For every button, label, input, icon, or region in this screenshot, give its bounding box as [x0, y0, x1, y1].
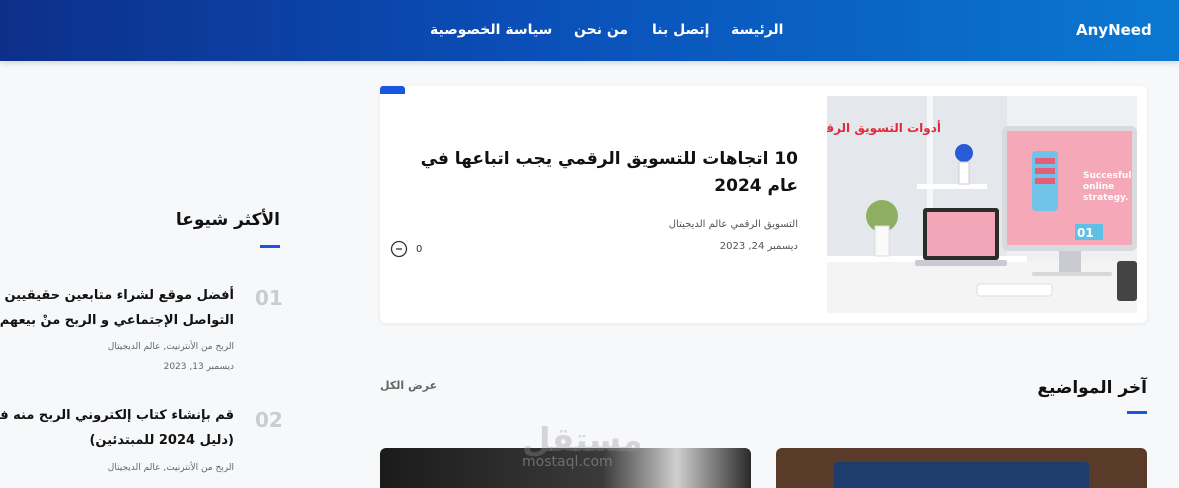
popular-item-meta[interactable]: الربح من الأنترنيت, عالم الديجيتال [0, 463, 234, 473]
screen-text-2: online [1083, 182, 1114, 192]
popular-title-underline [260, 245, 280, 248]
featured-tag [380, 86, 405, 94]
comment-icon [390, 240, 408, 258]
popular-item-title[interactable]: أفضل موقع لشراء متابعين حقيقيين لمواقع ا… [0, 283, 234, 333]
screen-text-1: Succesful [1083, 171, 1131, 181]
featured-post-image[interactable]: Succesful online strategy. 01 أدوات التس… [827, 96, 1137, 313]
screen-text-3: strategy. [1083, 193, 1128, 203]
nav-home[interactable]: الرئيسة [731, 22, 783, 38]
featured-post-date: ديسمبر 24, 2023 [719, 241, 798, 252]
popular-item-number: 01 [255, 286, 283, 310]
popular-item-date: ديسمبر 13, 2023 [163, 362, 234, 372]
brand-logo[interactable]: AnyNeed [1076, 21, 1152, 39]
popular-item-title[interactable]: قم بإنشاء كتاب إلكتروني الربح منه في 8 (… [0, 403, 234, 453]
popular-item-title-line: (دليل 2024 للمبتدئين) [89, 433, 234, 448]
nav-privacy[interactable]: سياسة الخصوصية [430, 22, 552, 38]
popular-item-title-line: أفضل موقع لشراء متابعين حقيقيين لمواقع [0, 288, 234, 303]
watermark-url: mostaql.com [522, 454, 613, 470]
popular-item-number: 02 [255, 408, 283, 432]
featured-post-categories[interactable]: التسويق الرقمي عالم الديجيتال [480, 219, 798, 230]
view-all-link[interactable]: عرض الكل [380, 379, 437, 392]
post-thumbnail[interactable] [776, 448, 1147, 488]
top-navbar: AnyNeed الرئيسة إتصل بنا من نحن سياسة ال… [0, 0, 1179, 61]
thumbnail-screen [834, 462, 1089, 488]
latest-section-title: آخر المواضيع [1037, 378, 1147, 398]
screen-number: 01 [1077, 226, 1094, 240]
popular-section-title: الأكثر شيوعا [175, 210, 280, 230]
popular-item-title-line: التواصل الإجتماعي و الربح منْ بيعهم! [0, 313, 234, 328]
digital-marketing-illustration: Succesful online strategy. 01 أدوات التس… [827, 96, 1137, 313]
featured-post-title[interactable]: 10 اتجاهات للتسويق الرقمي يجب اتباعها في… [410, 146, 798, 200]
nav-about[interactable]: من نحن [574, 22, 628, 38]
popular-item-meta[interactable]: الربح من الأنترنيت, عالم الديجيتال [0, 342, 234, 352]
image-caption: أدوات التسويق الرقمي [827, 120, 941, 136]
comment-count: 0 [416, 243, 423, 255]
latest-title-underline [1127, 411, 1147, 414]
featured-post-comments[interactable]: 0 [390, 240, 422, 258]
nav-contact[interactable]: إتصل بنا [652, 22, 709, 38]
popular-item-title-line: قم بإنشاء كتاب إلكتروني الربح منه في 8 [0, 408, 234, 423]
featured-post-card[interactable]: Succesful online strategy. 01 أدوات التس… [380, 86, 1147, 323]
